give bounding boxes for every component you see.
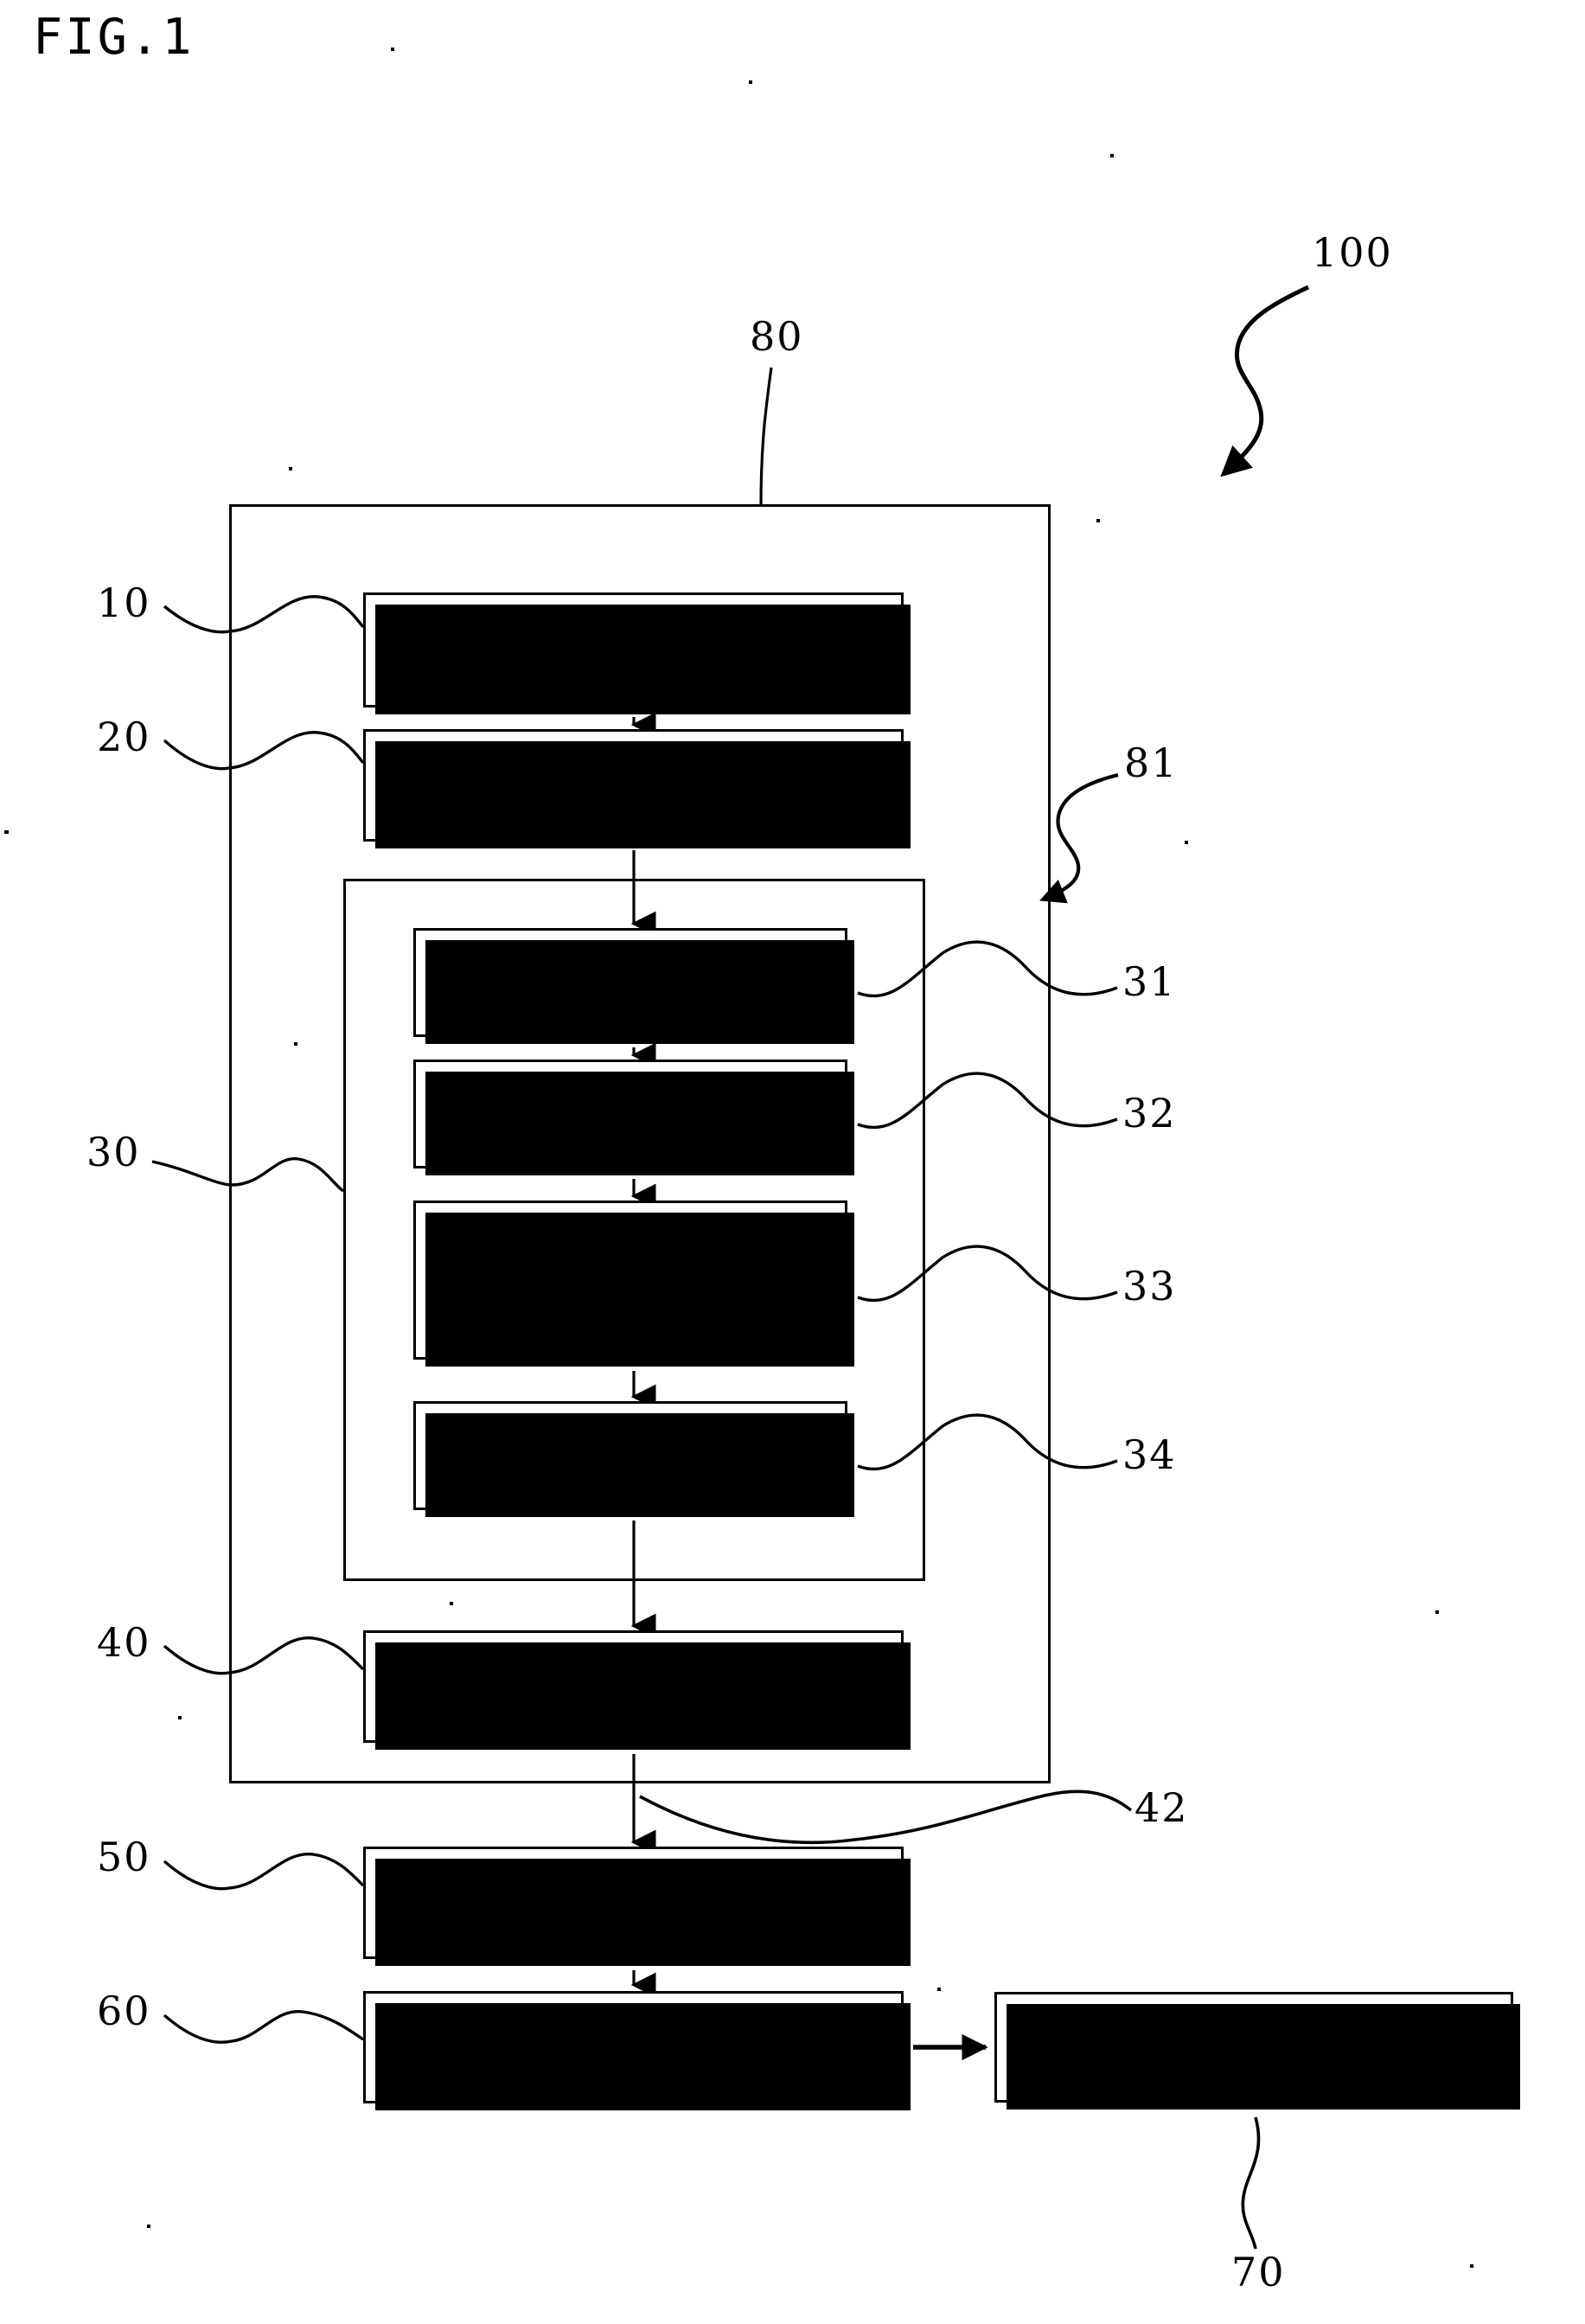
scan-speck xyxy=(1435,1610,1439,1614)
block-amplifier[interactable]: Amplifier xyxy=(413,1060,854,1175)
block-label-filter: Filter xyxy=(572,960,688,1004)
scan-speck xyxy=(391,48,394,51)
block-label-buffer: Buffer xyxy=(566,1433,695,1477)
scan-speck xyxy=(294,1042,297,1046)
block-label-temperature-sensor: Temperature sensor xyxy=(427,628,840,672)
block-label-amplifier: Amplifier xyxy=(534,1092,726,1136)
block-controller[interactable]: Controller xyxy=(363,1991,911,2110)
ref-numeral-40: 40 xyxy=(97,1619,151,1666)
ref-numeral-33: 33 xyxy=(1122,1263,1177,1309)
scan-speck xyxy=(1470,2264,1473,2268)
block-label-adc-line2: converter xyxy=(531,1281,730,1324)
scan-speck xyxy=(450,1602,453,1605)
block-filter[interactable]: Filter xyxy=(413,928,854,1044)
block-matrix-switch[interactable]: Matrix switch xyxy=(363,729,911,848)
leader-line-42 xyxy=(639,1789,1133,1845)
ref-numeral-31: 31 xyxy=(1122,958,1177,1005)
block-label-transmitter: Transmitter xyxy=(511,1664,756,1708)
ref-numeral-50: 50 xyxy=(97,1834,151,1880)
scan-speck xyxy=(749,80,752,84)
ref-numeral-100: 100 xyxy=(1312,229,1393,276)
ref-numeral-70: 70 xyxy=(1231,2249,1286,2295)
block-cooling-means[interactable]: Cooling means xyxy=(994,1992,1520,2110)
block-buffer[interactable]: Buffer xyxy=(413,1401,854,1517)
scan-speck xyxy=(1110,154,1114,157)
ref-numeral-34: 34 xyxy=(1122,1431,1177,1478)
leader-line-70 xyxy=(1241,2116,1261,2250)
scan-speck xyxy=(4,830,9,834)
leader-line-81 xyxy=(1039,772,1119,904)
block-measuring-unit[interactable]: Measuring unit xyxy=(363,1847,911,1966)
block-temperature-sensor[interactable]: Temperature sensor xyxy=(363,592,911,714)
ref-numeral-20: 20 xyxy=(97,714,151,760)
leader-line-60 xyxy=(163,2010,364,2044)
ref-numeral-81: 81 xyxy=(1124,739,1179,786)
ref-numeral-30: 30 xyxy=(86,1129,141,1175)
block-analog-digital-converter[interactable]: Analog/Digital converter xyxy=(413,1200,854,1367)
scan-speck xyxy=(1096,519,1100,522)
scan-speck xyxy=(147,2225,150,2228)
block-transmitter[interactable]: Transmitter xyxy=(363,1630,911,1750)
ref-numeral-60: 60 xyxy=(97,1988,151,2034)
ref-numeral-80: 80 xyxy=(750,313,804,360)
ref-numeral-32: 32 xyxy=(1122,1090,1177,1136)
block-label-matrix-switch: Matrix switch xyxy=(492,763,775,807)
leader-line-100 xyxy=(1220,285,1310,477)
scan-speck xyxy=(289,467,292,471)
leader-line-80 xyxy=(759,367,773,508)
figure-page: FIG.1 Temperature sensor Matrix switch F… xyxy=(0,0,1585,2324)
scan-speck xyxy=(178,1716,182,1719)
block-label-cooling-means: Cooling means xyxy=(1102,2025,1405,2069)
scan-speck xyxy=(937,1988,941,1991)
ref-numeral-10: 10 xyxy=(97,579,151,626)
leader-line-50 xyxy=(163,1853,365,1891)
block-label-controller: Controller xyxy=(527,2025,739,2069)
block-label-adc-line1: Analog/Digital xyxy=(483,1235,778,1279)
scan-speck xyxy=(1185,841,1188,844)
block-label-measuring-unit: Measuring unit xyxy=(476,1880,790,1924)
ref-numeral-42: 42 xyxy=(1134,1784,1189,1831)
